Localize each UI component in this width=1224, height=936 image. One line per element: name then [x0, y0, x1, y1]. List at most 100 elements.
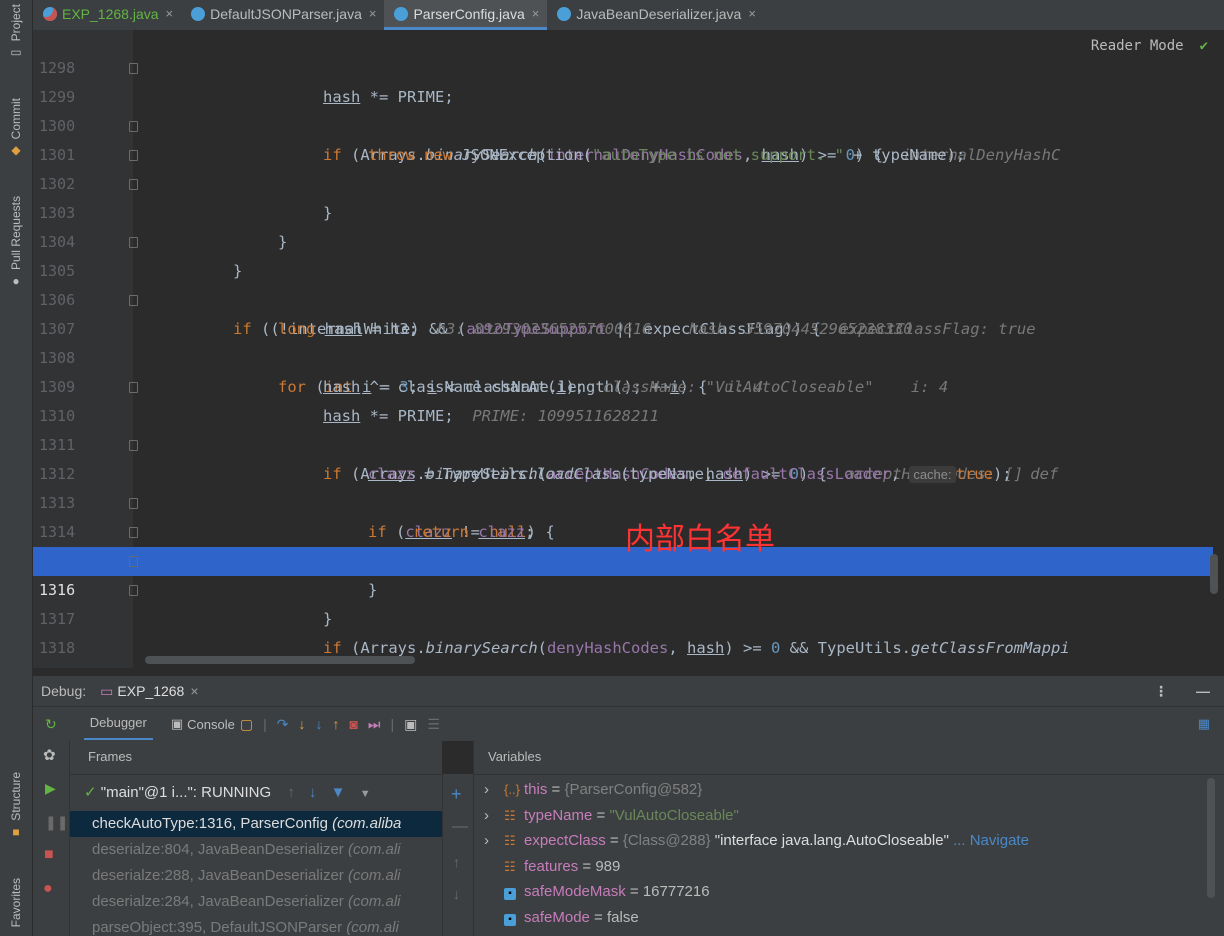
fold-marker-icon[interactable] — [129, 498, 138, 509]
restore-layout-icon[interactable]: ▦ — [1198, 716, 1210, 732]
tab-console[interactable]: Console — [187, 717, 235, 732]
close-icon[interactable]: × — [748, 6, 756, 21]
close-icon[interactable]: × — [369, 6, 377, 21]
settings-gear-icon[interactable]: ✿ — [43, 746, 56, 764]
close-icon[interactable]: × — [190, 683, 198, 699]
variable-row[interactable]: ▪ safeMode = false — [474, 905, 1224, 931]
filter-icon[interactable]: ▼ — [331, 784, 346, 801]
tab-default-json-parser[interactable]: DefaultJSONParser.java × — [181, 0, 384, 30]
frame-row[interactable]: parseObject:395, DefaultJSONParser (com.… — [70, 915, 442, 936]
drop-frame-icon[interactable]: ◙ — [349, 716, 357, 732]
resume-icon[interactable]: ▶ — [45, 780, 56, 797]
stop-icon[interactable]: ■ — [44, 846, 54, 864]
frame-row[interactable]: checkAutoType:1316, ParserConfig (com.al… — [70, 811, 442, 837]
fold-marker-icon[interactable] — [129, 150, 138, 161]
pull-requests-tool-tab[interactable]: Pull Requests ● — [0, 196, 32, 288]
up-arrow-icon[interactable]: ↑ — [287, 784, 295, 801]
evaluate-expression-icon[interactable]: ▣ — [404, 716, 417, 733]
code-line-1298[interactable]: 1298 hash *= PRIME; — [33, 30, 1213, 106]
force-step-into-icon[interactable]: ↓ — [315, 716, 322, 732]
minimize-icon[interactable]: — — [1196, 683, 1210, 699]
run-to-cursor-icon[interactable]: ⏭ — [368, 716, 381, 733]
code-line-1306[interactable]: 1306 long hash = h3; h3: 892930336525760… — [33, 257, 1213, 338]
down-arrow-icon[interactable]: ↓ — [309, 784, 317, 801]
github-icon: ● — [12, 274, 20, 289]
code-line-1299[interactable]: 1299 if (Arrays.binarySearch(internalDen… — [33, 54, 1213, 164]
breakpoints-icon[interactable]: ● — [43, 880, 53, 898]
code-line-1303[interactable]: 1303 } — [33, 170, 1213, 280]
fold-marker-icon[interactable] — [129, 440, 138, 451]
code-line-1312[interactable]: 1312 if (clazz != null) { — [33, 431, 1213, 541]
fold-marker-icon[interactable] — [129, 63, 138, 74]
variable-row[interactable]: › ☷ typeName = "VulAutoCloseable" — [474, 803, 1224, 829]
reader-mode-toggle[interactable]: Reader Mode ✔ — [1086, 38, 1212, 54]
close-icon[interactable]: × — [166, 6, 174, 21]
variable-row[interactable]: ▪ safeModeMask = 16777216 — [474, 879, 1224, 905]
tab-exp-1268[interactable]: EXP_1268.java × — [33, 0, 181, 30]
move-up-icon[interactable]: ↑ — [453, 854, 460, 870]
frame-row[interactable]: deserialze:288, JavaBeanDeserializer (co… — [70, 863, 442, 889]
chevron-right-icon[interactable]: › — [484, 777, 489, 803]
code-line-1317[interactable]: 1317 if (Arrays.binarySearch(acceptHashC… — [33, 576, 1213, 628]
java-class-icon — [43, 6, 57, 21]
favorites-tool-tab[interactable]: Favorites — [0, 878, 32, 927]
code-line-1316-current[interactable]: 1316 if (Arrays.binarySearch(denyHashCod… — [33, 547, 1213, 657]
add-watch-icon[interactable]: + — [451, 784, 462, 805]
commit-icon: ◆ — [11, 143, 21, 158]
vertical-scrollbar[interactable] — [1210, 554, 1218, 594]
code-line-1300[interactable]: 1300 throw new JSONException("autoType i… — [33, 83, 1213, 164]
code-line-1318[interactable]: 1318 — [33, 605, 1213, 657]
thread-selector[interactable]: ✓ "main"@1 i...": RUNNING ↑ ↓ ▼ ▼ — [70, 775, 442, 811]
horizontal-scrollbar[interactable] — [145, 656, 415, 664]
chevron-right-icon[interactable]: › — [484, 803, 489, 829]
code-line-1310[interactable]: 1310 if (Arrays.binarySearch(acceptHashC… — [33, 373, 1213, 483]
fold-marker-icon[interactable] — [129, 179, 138, 190]
fold-marker-icon[interactable] — [129, 527, 138, 538]
chevron-right-icon[interactable]: › — [484, 828, 489, 854]
pause-icon[interactable]: ❚❚ — [45, 814, 68, 831]
remove-watch-icon[interactable]: — — [452, 818, 468, 836]
tab-java-bean-deserializer[interactable]: JavaBeanDeserializer.java × — [547, 0, 764, 30]
fold-marker-icon[interactable] — [129, 382, 138, 393]
fold-marker-icon[interactable] — [129, 556, 138, 567]
fold-marker-icon[interactable] — [129, 237, 138, 248]
code-line-1315[interactable]: 1315 } — [33, 518, 1213, 628]
trace-icon[interactable]: ☰ — [427, 716, 440, 733]
code-editor[interactable]: 1298 hash *= PRIME; 1299 if (Arrays.bina… — [33, 30, 1224, 668]
rerun-icon[interactable]: ↻ — [45, 716, 57, 733]
chevron-down-icon[interactable]: ▼ — [360, 788, 371, 800]
tab-parser-config[interactable]: ParserConfig.java × — [384, 0, 548, 30]
frame-row[interactable]: deserialze:804, JavaBeanDeserializer (co… — [70, 837, 442, 863]
code-line-1308[interactable]: 1308 hash ^= className.charAt(i); classN… — [33, 315, 1213, 396]
step-into-icon[interactable]: ↓ — [298, 716, 305, 732]
variables-scrollbar[interactable] — [1207, 778, 1215, 898]
more-options-icon[interactable]: ⋮ — [1154, 683, 1168, 700]
frame-row[interactable]: deserialze:284, JavaBeanDeserializer (co… — [70, 889, 442, 915]
structure-tool-tab[interactable]: Structure ■ — [0, 772, 32, 839]
step-out-icon[interactable]: ↑ — [332, 716, 339, 732]
variable-row[interactable]: ☷ features = 989 — [474, 854, 1224, 880]
layout-icon[interactable]: ▢ — [240, 716, 253, 733]
code-line-1304[interactable]: 1304 — [33, 199, 1213, 251]
code-line-1311[interactable]: 1311 clazz = TypeUtils.loadClass(typeNam… — [33, 402, 1213, 483]
code-line-1302[interactable]: 1302 } — [33, 141, 1213, 251]
variable-row[interactable]: › ☷ expectClass = {Class@288} "interface… — [474, 828, 1224, 854]
code-line-1309[interactable]: 1309 hash *= PRIME; PRIME: 1099511628211 — [33, 344, 1213, 425]
move-down-icon[interactable]: ↓ — [453, 886, 460, 902]
commit-tool-tab[interactable]: Commit ◆ — [0, 98, 32, 157]
code-line-1301[interactable]: 1301 } — [33, 112, 1213, 222]
fold-marker-icon[interactable] — [129, 121, 138, 132]
fold-marker-icon[interactable] — [129, 585, 138, 596]
code-line-1313[interactable]: 1313 return clazz; — [33, 460, 1213, 541]
code-line-1314[interactable]: 1314 } — [33, 489, 1213, 599]
fold-marker-icon[interactable] — [129, 295, 138, 306]
step-over-icon[interactable]: ↷ — [277, 716, 289, 733]
variable-row[interactable]: › {..} this = {ParserConfig@582} — [474, 777, 1224, 803]
code-line-1305[interactable]: 1305 if ((!internalWhite) && (autoTypeSu… — [33, 228, 1213, 338]
tab-debugger[interactable]: Debugger — [83, 708, 153, 740]
frames-panel: Frames ✓ "main"@1 i...": RUNNING ↑ ↓ ▼ ▼… — [70, 740, 442, 936]
code-line-1307[interactable]: 1307 for (int i = 3; i < className.lengt… — [33, 286, 1213, 396]
project-tool-tab[interactable]: Project ▭ — [0, 4, 32, 59]
close-icon[interactable]: × — [532, 6, 540, 21]
debug-session-tab[interactable]: EXP_1268 — [117, 683, 184, 699]
